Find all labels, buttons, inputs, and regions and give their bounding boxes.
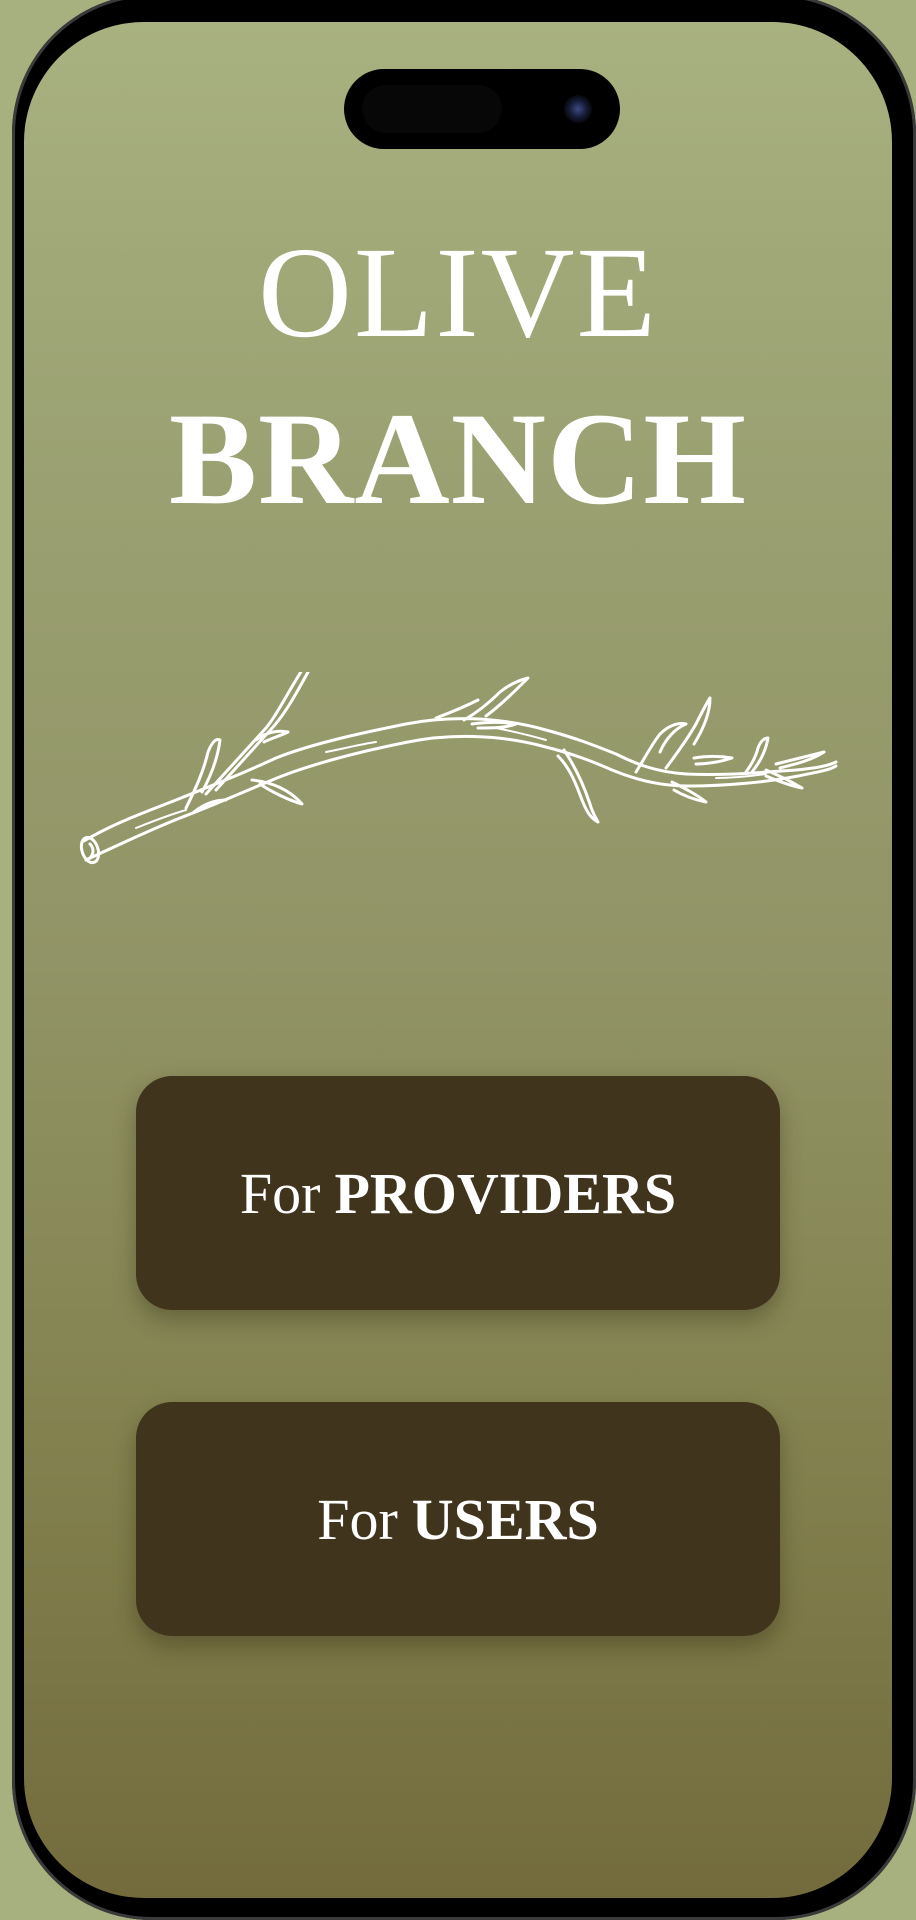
for-users-button[interactable]: For USERS [136, 1402, 780, 1636]
providers-button-label: PROVIDERS [334, 1160, 677, 1226]
front-camera-icon [564, 95, 592, 123]
users-button-label: USERS [411, 1486, 599, 1552]
for-providers-button[interactable]: For PROVIDERS [136, 1076, 780, 1310]
app-title-olive: OLIVE [258, 221, 658, 365]
face-sensor [362, 85, 502, 133]
dynamic-island [344, 69, 620, 149]
users-button-prefix: For [317, 1486, 398, 1552]
app-title-branch: BRANCH [168, 385, 748, 532]
olive-branch-icon [79, 672, 838, 865]
providers-button-prefix: For [239, 1160, 321, 1226]
